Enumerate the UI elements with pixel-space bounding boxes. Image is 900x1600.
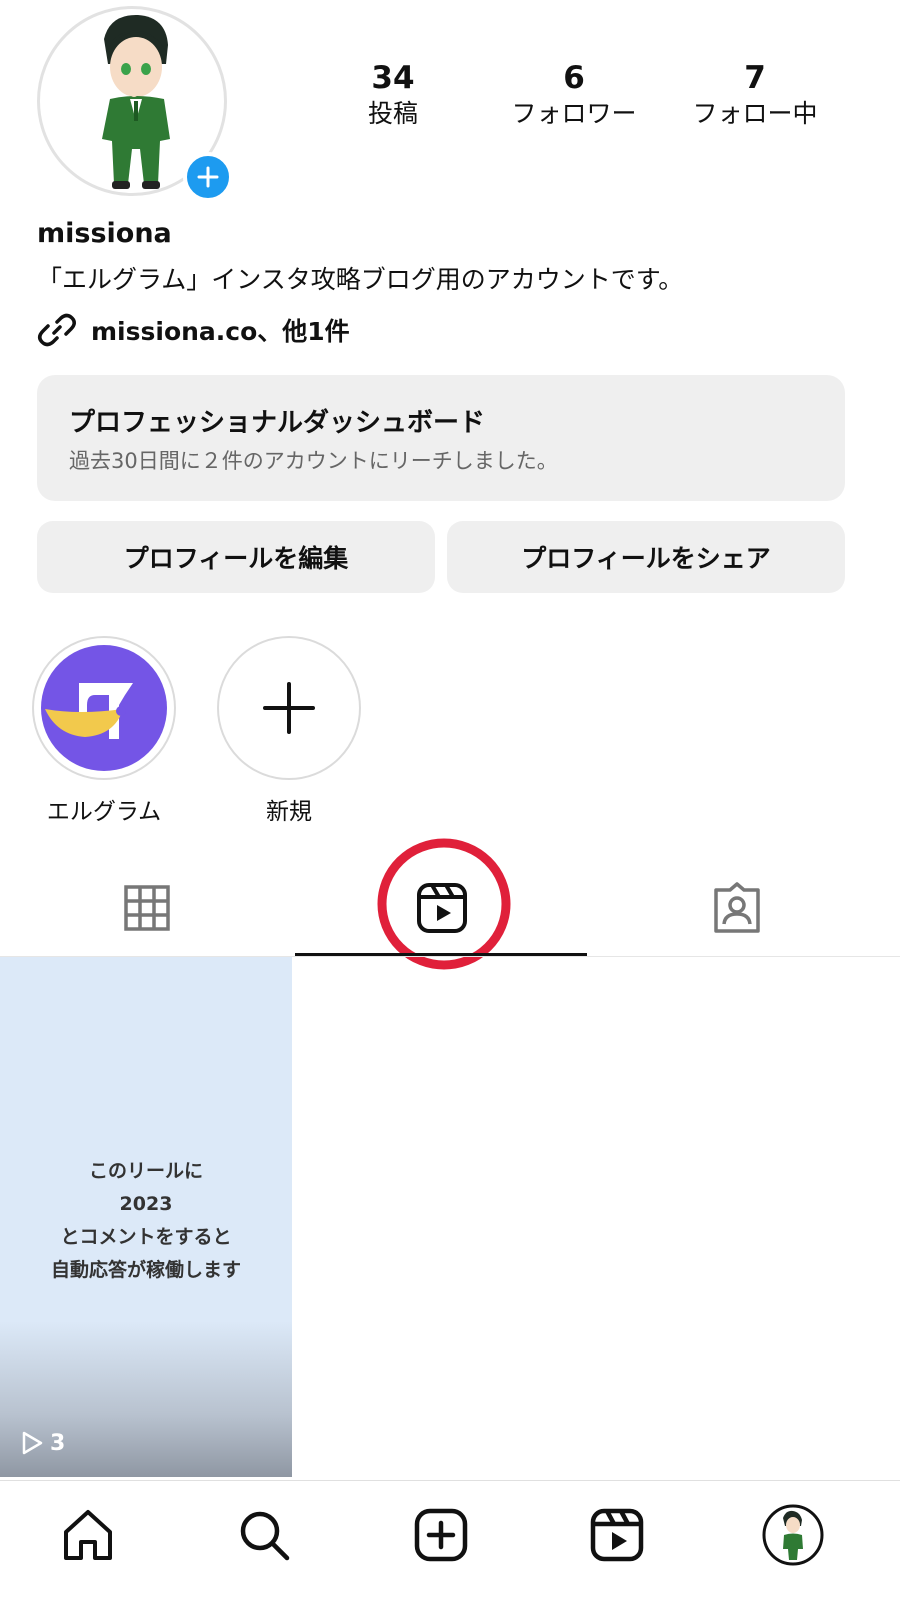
share-profile-button[interactable]: プロフィールをシェア xyxy=(447,521,845,593)
nav-create[interactable] xyxy=(406,1500,476,1570)
dashboard-title: プロフェッショナルダッシュボード xyxy=(69,408,486,438)
reel-caption: このリールに 2023 とコメントをすると 自動応答が稼働します xyxy=(0,1155,292,1287)
reel-caption-line: とコメントをすると xyxy=(60,1226,232,1248)
edit-profile-button[interactable]: プロフィールを編集 xyxy=(37,521,435,593)
reel-caption-line: 2023 xyxy=(119,1193,173,1215)
highlight-circle xyxy=(32,636,176,780)
highlight-elgram[interactable]: エルグラム xyxy=(32,636,176,826)
home-icon xyxy=(64,1510,112,1560)
highlight-label: 新規 xyxy=(266,799,312,825)
following-label: フォロー中 xyxy=(692,99,818,128)
play-count-value: 3 xyxy=(50,1430,66,1456)
plus-icon xyxy=(263,682,315,734)
posts-count: 34 xyxy=(371,60,415,96)
following-count: 7 xyxy=(744,60,766,96)
highlight-new[interactable]: 新規 xyxy=(217,636,361,826)
elgram-logo-icon xyxy=(41,645,167,771)
grid-icon xyxy=(123,885,170,931)
reel-play-count: 3 xyxy=(20,1430,65,1456)
nav-profile[interactable] xyxy=(758,1500,828,1570)
followers-count: 6 xyxy=(563,60,585,96)
followers-label: フォロワー xyxy=(511,99,637,128)
profile-avatar-icon xyxy=(762,1504,824,1566)
profile-bio: 「エルグラム」インスタ攻略ブログ用のアカウントです。 xyxy=(37,265,684,294)
create-icon xyxy=(414,1508,468,1562)
reels-icon xyxy=(590,1508,644,1562)
posts-label: 投稿 xyxy=(367,99,418,128)
professional-dashboard[interactable]: プロフェッショナルダッシュボード 過去30日間に２件のアカウントにリーチしました… xyxy=(37,375,845,501)
tagged-icon xyxy=(713,882,760,933)
annotation-circle xyxy=(377,838,511,970)
tab-posts-grid[interactable] xyxy=(0,860,293,956)
profile-username: missiona xyxy=(37,218,172,249)
search-icon xyxy=(240,1511,290,1561)
link-text: missiona.co、他1件 xyxy=(91,317,350,346)
dashboard-subtitle: 過去30日間に２件のアカウントにリーチしました。 xyxy=(69,449,558,473)
add-story-button[interactable] xyxy=(183,152,233,202)
nav-reels[interactable] xyxy=(582,1500,652,1570)
stat-posts[interactable]: 34 投稿 xyxy=(303,58,483,130)
nav-home[interactable] xyxy=(53,1500,123,1570)
profile-link[interactable]: missiona.co、他1件 xyxy=(37,310,350,350)
stat-followers[interactable]: 6 フォロワー xyxy=(484,58,664,130)
stat-following[interactable]: 7 フォロー中 xyxy=(665,58,845,130)
reel-caption-line: 自動応答が稼働します xyxy=(50,1259,241,1281)
play-icon xyxy=(22,1431,43,1455)
highlight-label: エルグラム xyxy=(46,799,162,825)
link-icon xyxy=(38,313,76,347)
reel-caption-line: このリールに xyxy=(88,1160,203,1182)
plus-icon xyxy=(197,166,219,188)
bottom-nav-border xyxy=(0,1480,900,1481)
tab-tagged[interactable] xyxy=(590,860,883,956)
nav-search[interactable] xyxy=(229,1500,299,1570)
highlight-circle xyxy=(217,636,361,780)
